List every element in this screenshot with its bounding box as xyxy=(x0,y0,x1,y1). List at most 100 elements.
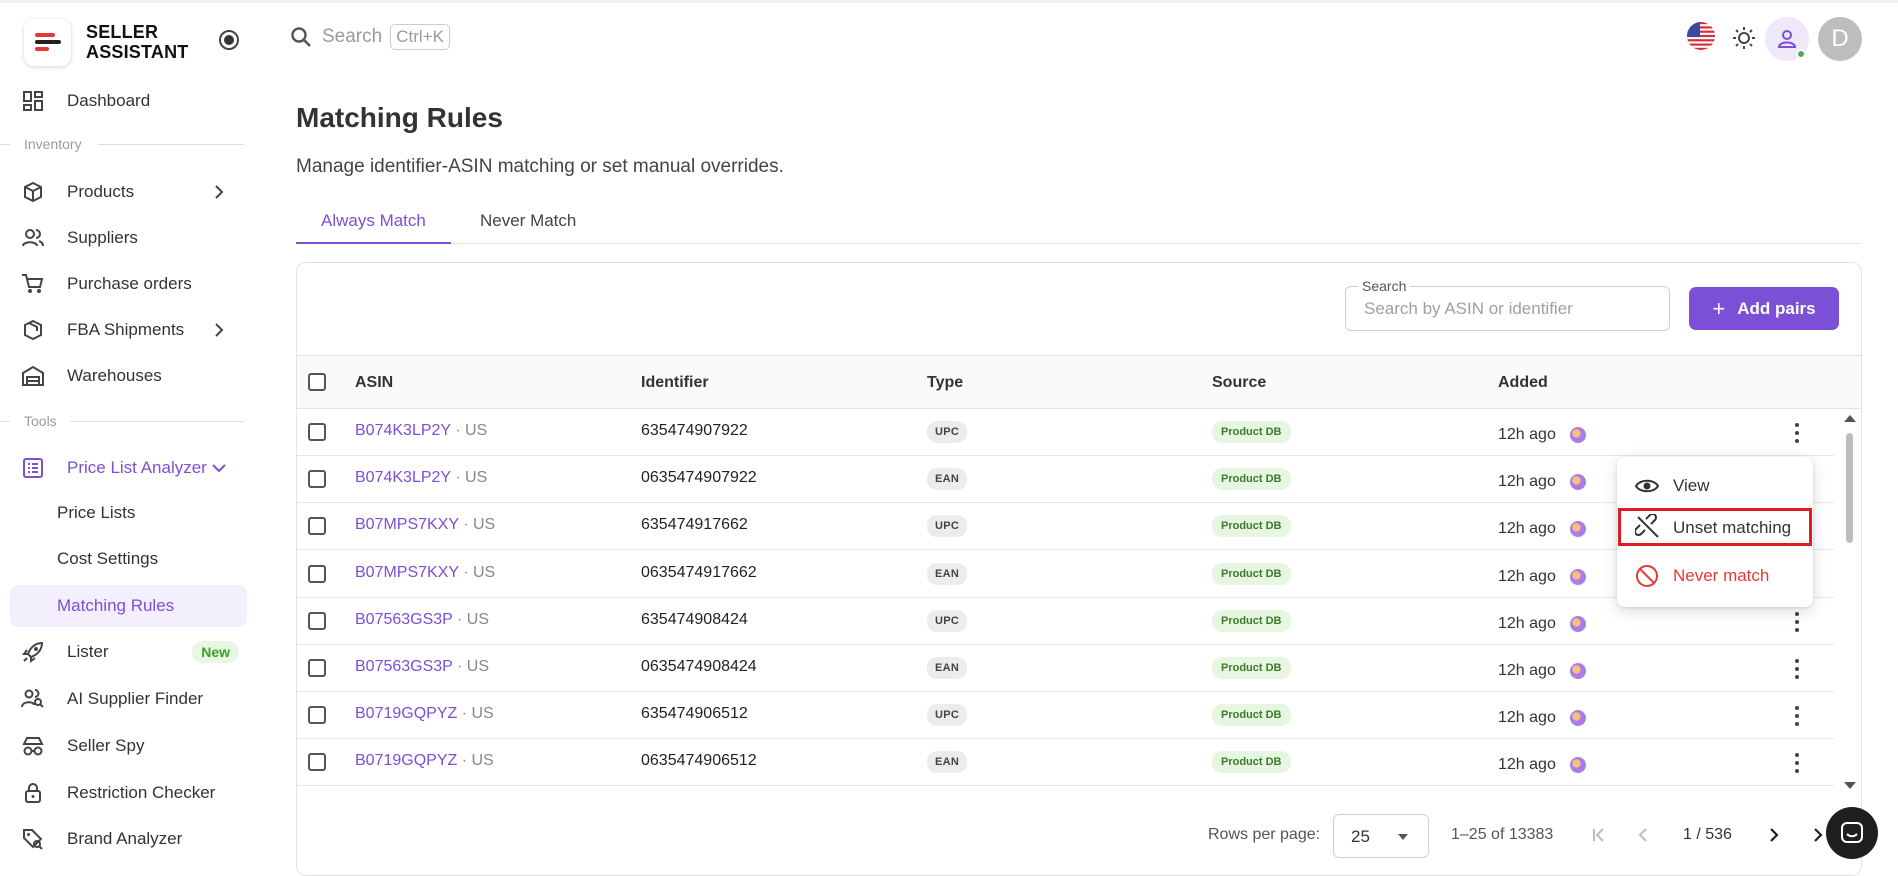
row-checkbox[interactable] xyxy=(308,659,326,677)
column-header-type[interactable]: Type xyxy=(927,374,963,392)
scroll-down-arrow-icon[interactable] xyxy=(1844,782,1856,789)
brand-name: SELLER ASSISTANT xyxy=(86,22,188,62)
select-all-checkbox[interactable] xyxy=(308,373,326,391)
row-checkbox[interactable] xyxy=(308,423,326,441)
sidebar-toggle-icon[interactable] xyxy=(219,30,239,50)
page-title: Matching Rules xyxy=(296,102,503,133)
sidebar-item-purchase-orders[interactable]: Purchase orders xyxy=(10,262,247,306)
tabs: Always Match Never Match xyxy=(296,208,1861,244)
sidebar-item-suppliers[interactable]: Suppliers xyxy=(10,216,247,260)
marketplace-label: · US xyxy=(457,752,494,770)
row-checkbox[interactable] xyxy=(308,706,326,725)
asin-cell: B07563GS3P · US xyxy=(355,658,489,676)
chevron-left-icon xyxy=(1638,828,1647,842)
row-menu-kebab-icon[interactable] xyxy=(1788,421,1806,445)
table-row[interactable]: B07MPS7KXY · US 0635474917662 EAN Product D… xyxy=(297,551,1834,598)
asin-link[interactable]: B0719GQPYZ xyxy=(355,752,457,769)
row-menu-kebab-icon[interactable] xyxy=(1788,610,1806,634)
table-row[interactable]: B074K3LP2Y · US 635474907922 UPC Product DB… xyxy=(297,409,1834,456)
source-chip: Product DB xyxy=(1212,468,1291,491)
asin-link[interactable]: B07MPS7KXY xyxy=(355,564,459,581)
divider xyxy=(70,421,244,422)
theme-toggle-icon[interactable] xyxy=(1731,25,1757,51)
row-menu-kebab-icon[interactable] xyxy=(1788,657,1806,681)
menu-item-view[interactable]: View xyxy=(1617,463,1813,507)
menu-item-label: Unset matching xyxy=(1673,518,1792,537)
marketplace-label: · US xyxy=(450,422,488,439)
global-search[interactable]: Search Ctrl+K xyxy=(290,24,450,50)
row-menu-kebab-icon[interactable] xyxy=(1788,751,1806,775)
asin-link[interactable]: B074K3LP2Y xyxy=(355,422,451,439)
table-row[interactable]: B07563GS3P · US 0635474908424 EAN Product D… xyxy=(297,645,1834,692)
row-checkbox[interactable] xyxy=(308,470,326,489)
sidebar-item-seller-spy[interactable]: Seller Spy xyxy=(10,724,247,768)
sidebar-item-ai-supplier-finder[interactable]: AI Supplier Finder xyxy=(10,677,247,721)
identifier-cell: 635474917662 xyxy=(641,516,748,534)
asin-link[interactable]: B07563GS3P xyxy=(355,611,453,628)
sidebar-item-label: Products xyxy=(67,182,135,201)
asin-link[interactable]: B0719GQPYZ xyxy=(355,705,457,722)
row-checkbox[interactable] xyxy=(308,753,326,772)
sidebar-item-warehouses[interactable]: Warehouses xyxy=(10,354,247,398)
menu-item-unset-matching[interactable]: Unset matching xyxy=(1618,508,1812,546)
asin-link[interactable]: B074K3LP2Y xyxy=(355,469,451,486)
rows-per-page-select[interactable]: 25 xyxy=(1333,814,1429,858)
asin-link[interactable]: B07563GS3P xyxy=(355,658,453,675)
sidebar-item-cost-settings[interactable]: Cost Settings xyxy=(10,538,247,580)
sidebar-item-dashboard[interactable]: Dashboard xyxy=(10,79,247,123)
spy-icon xyxy=(20,733,46,759)
table-row[interactable]: B0719GQPYZ · US 635474906512 UPC Product DB… xyxy=(297,692,1834,740)
divider xyxy=(0,144,10,145)
sidebar-item-price-list-analyzer[interactable]: Price List Analyzer xyxy=(10,446,247,490)
source-chip: Product DB xyxy=(1212,515,1291,538)
sidebar-item-label: Purchase orders xyxy=(67,274,192,293)
source-chip: Product DB xyxy=(1212,704,1291,727)
first-page-button[interactable] xyxy=(1586,822,1612,848)
tab-never-match[interactable]: Never Match xyxy=(455,208,601,244)
table-row[interactable]: B07MPS7KXY · US 635474917662 UPC Product DB… xyxy=(297,503,1834,551)
avatar[interactable]: D xyxy=(1818,17,1862,61)
us-flag-icon[interactable] xyxy=(1687,22,1715,50)
table-row[interactable]: B07563GS3P · US 635474908424 UPC Product DB… xyxy=(297,598,1834,645)
search-input[interactable]: Search xyxy=(1345,278,1670,331)
row-menu-kebab-icon[interactable] xyxy=(1788,704,1806,728)
plus-icon: + xyxy=(1712,295,1726,321)
row-checkbox[interactable] xyxy=(308,564,326,583)
column-header-source[interactable]: Source xyxy=(1212,374,1266,392)
source-chip: Product DB xyxy=(1212,421,1291,443)
table-row[interactable]: B074K3LP2Y · US 0635474907922 EAN Product D… xyxy=(297,456,1834,504)
scroll-up-arrow-icon[interactable] xyxy=(1844,415,1856,422)
sidebar-item-label: Matching Rules xyxy=(57,596,175,615)
asin-cell: B074K3LP2Y · US xyxy=(355,422,487,440)
global-search-label: Search xyxy=(322,26,383,47)
sidebar-item-matching-rules[interactable]: Matching Rules xyxy=(10,585,247,627)
sidebar-item-restriction-checker[interactable]: Restriction Checker xyxy=(10,771,247,815)
chat-launcher-button[interactable] xyxy=(1826,807,1878,859)
menu-item-never-match[interactable]: Never match xyxy=(1617,553,1813,597)
scrollbar-thumb[interactable] xyxy=(1846,433,1853,543)
sidebar-item-price-lists[interactable]: Price Lists xyxy=(10,492,247,534)
add-pairs-button[interactable]: + Add pairs xyxy=(1689,287,1839,330)
asin-link[interactable]: B07MPS7KXY xyxy=(355,516,459,533)
sidebar-item-lister[interactable]: Lister New xyxy=(10,630,247,674)
added-cell: 12h ago xyxy=(1498,614,1556,632)
column-header-identifier[interactable]: Identifier xyxy=(641,374,709,392)
type-chip: UPC xyxy=(927,609,968,632)
table-row[interactable]: B0719GQPYZ · US 0635474906512 EAN Product D… xyxy=(297,739,1834,787)
sidebar-item-fba-shipments[interactable]: FBA Shipments xyxy=(10,308,247,352)
next-page-button[interactable] xyxy=(1761,822,1787,848)
search-input-box[interactable] xyxy=(1364,299,1654,319)
row-checkbox[interactable] xyxy=(308,611,326,630)
sidebar-item-brand-analyzer[interactable]: Brand Analyzer xyxy=(10,817,247,861)
added-cell: 12h ago xyxy=(1498,473,1556,491)
column-header-added[interactable]: Added xyxy=(1498,374,1548,392)
sidebar-item-products[interactable]: Products xyxy=(10,170,247,214)
sidebar-item-label: Seller Spy xyxy=(67,736,145,755)
tab-always-match[interactable]: Always Match xyxy=(296,208,451,244)
row-checkbox[interactable] xyxy=(308,517,326,536)
prev-page-button[interactable] xyxy=(1630,822,1656,848)
added-cell: 12h ago xyxy=(1498,756,1556,774)
asin-cell: B074K3LP2Y · US xyxy=(355,469,487,487)
column-header-asin[interactable]: ASIN xyxy=(355,374,393,392)
marketplace-label: · US xyxy=(450,469,488,487)
